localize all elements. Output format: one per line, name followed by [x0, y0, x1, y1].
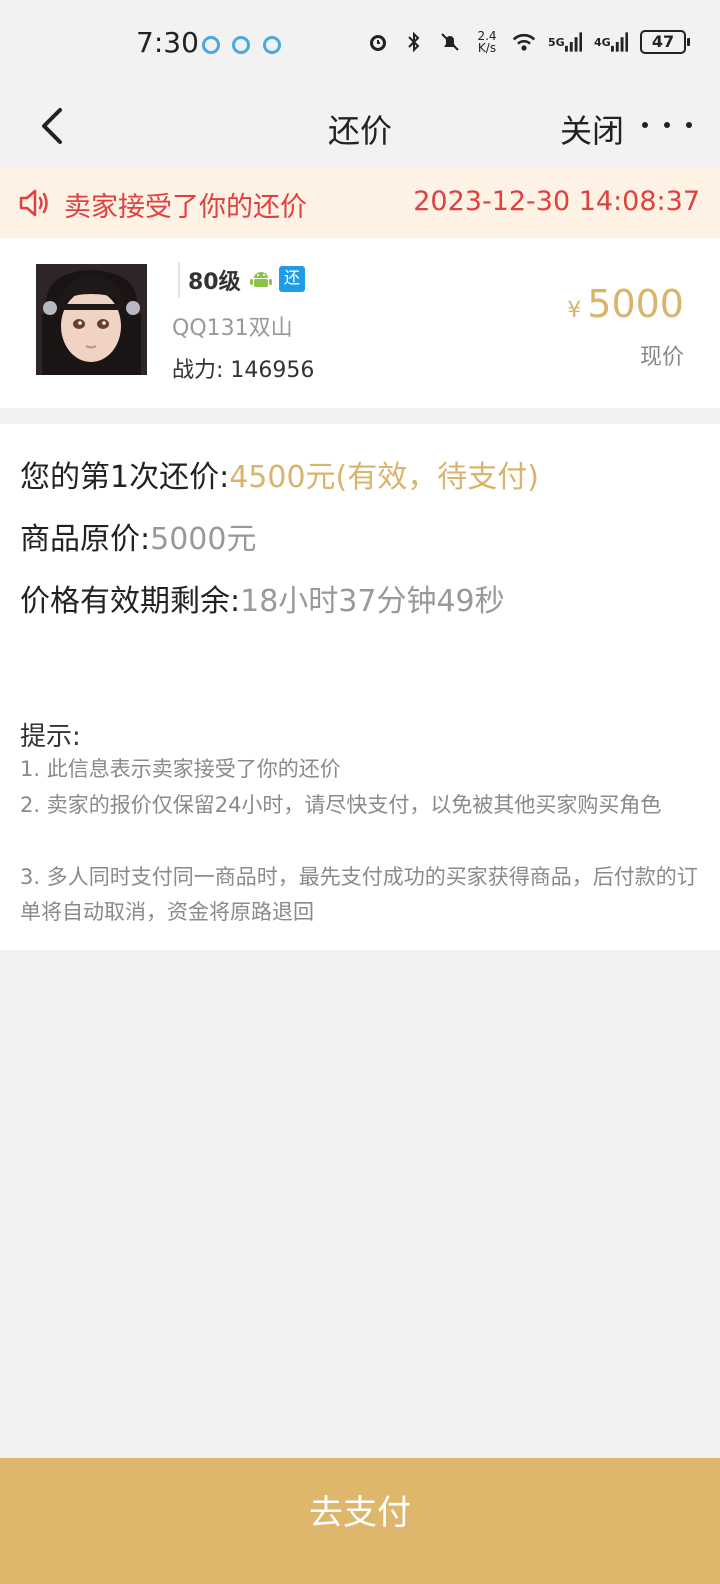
signal-4g-icon: 4G — [594, 30, 628, 54]
power-value: 战力: 146956 — [172, 358, 315, 383]
more-icon — [642, 122, 648, 128]
notice-text: 卖家接受了你的还价 — [64, 192, 307, 223]
original-price-value: 5000元 — [150, 522, 257, 557]
bargain-tag: 还 — [279, 266, 305, 292]
tips-title: 提示: — [20, 722, 81, 752]
bluetooth-icon — [402, 30, 426, 54]
level-label: 80级 — [188, 270, 241, 295]
mute-icon — [438, 30, 462, 54]
price-value: 5000 — [587, 282, 684, 326]
notice-timestamp: 2023-12-30 14:08:37 — [413, 186, 700, 217]
character-avatar — [36, 264, 147, 375]
seller-name: QQ131双山 — [172, 316, 293, 341]
net-speed: 2.4 K/s — [477, 29, 497, 55]
status-icons: 2.4 K/s 5G 4G 47 — [366, 29, 690, 55]
product-card[interactable]: 80级 还 QQ131双山 战力: 146956 ¥5000 现价 — [0, 238, 720, 408]
tip-item: 3. 多人同时支付同一商品时，最先支付成功的买家获得商品，后付款的订单将自动取消… — [20, 865, 698, 924]
tip-item: 2. 卖家的报价仅保留24小时，请尽快支付，以免被其他买家购买角色 — [20, 793, 662, 817]
alarm-icon — [366, 30, 390, 54]
status-time: 7:30 — [136, 26, 199, 59]
remaining-time-value: 18小时37分钟49秒 — [240, 584, 505, 619]
notice-banner: 卖家接受了你的还价 2023-12-30 14:08:37 — [0, 168, 720, 238]
current-price: ¥5000 — [567, 282, 684, 326]
notification-icon — [232, 36, 250, 54]
price-label: 现价 — [639, 345, 684, 370]
pay-button[interactable]: 去支付 — [0, 1458, 720, 1584]
notification-icon — [202, 36, 220, 54]
signal-5g-icon: 5G — [548, 30, 582, 54]
currency-symbol: ¥ — [567, 298, 582, 323]
offer-details: 您的第1次还价:4500元(有效，待支付) 商品原价:5000元 价格有效期剩余… — [0, 424, 720, 950]
divider — [178, 262, 180, 298]
notification-icon — [263, 36, 281, 54]
counter-offer-value: 4500元(有效，待支付) — [229, 460, 539, 495]
speaker-icon — [18, 188, 52, 218]
counter-offer-line: 您的第1次还价:4500元(有效，待支付) — [20, 460, 539, 495]
android-icon — [250, 268, 272, 290]
battery-icon: 47 — [640, 30, 690, 54]
remaining-time-line: 价格有效期剩余:18小时37分钟49秒 — [20, 584, 505, 619]
close-button[interactable]: 关闭 — [560, 106, 624, 152]
wifi-icon — [512, 30, 536, 54]
original-price-line: 商品原价:5000元 — [20, 522, 257, 557]
nav-bar: 还价 关闭 — [0, 90, 720, 168]
status-bar: 7:30 2.4 K/s 5G 4G 47 — [0, 0, 720, 90]
tip-item: 1. 此信息表示卖家接受了你的还价 — [20, 757, 341, 781]
more-button[interactable] — [642, 110, 692, 140]
